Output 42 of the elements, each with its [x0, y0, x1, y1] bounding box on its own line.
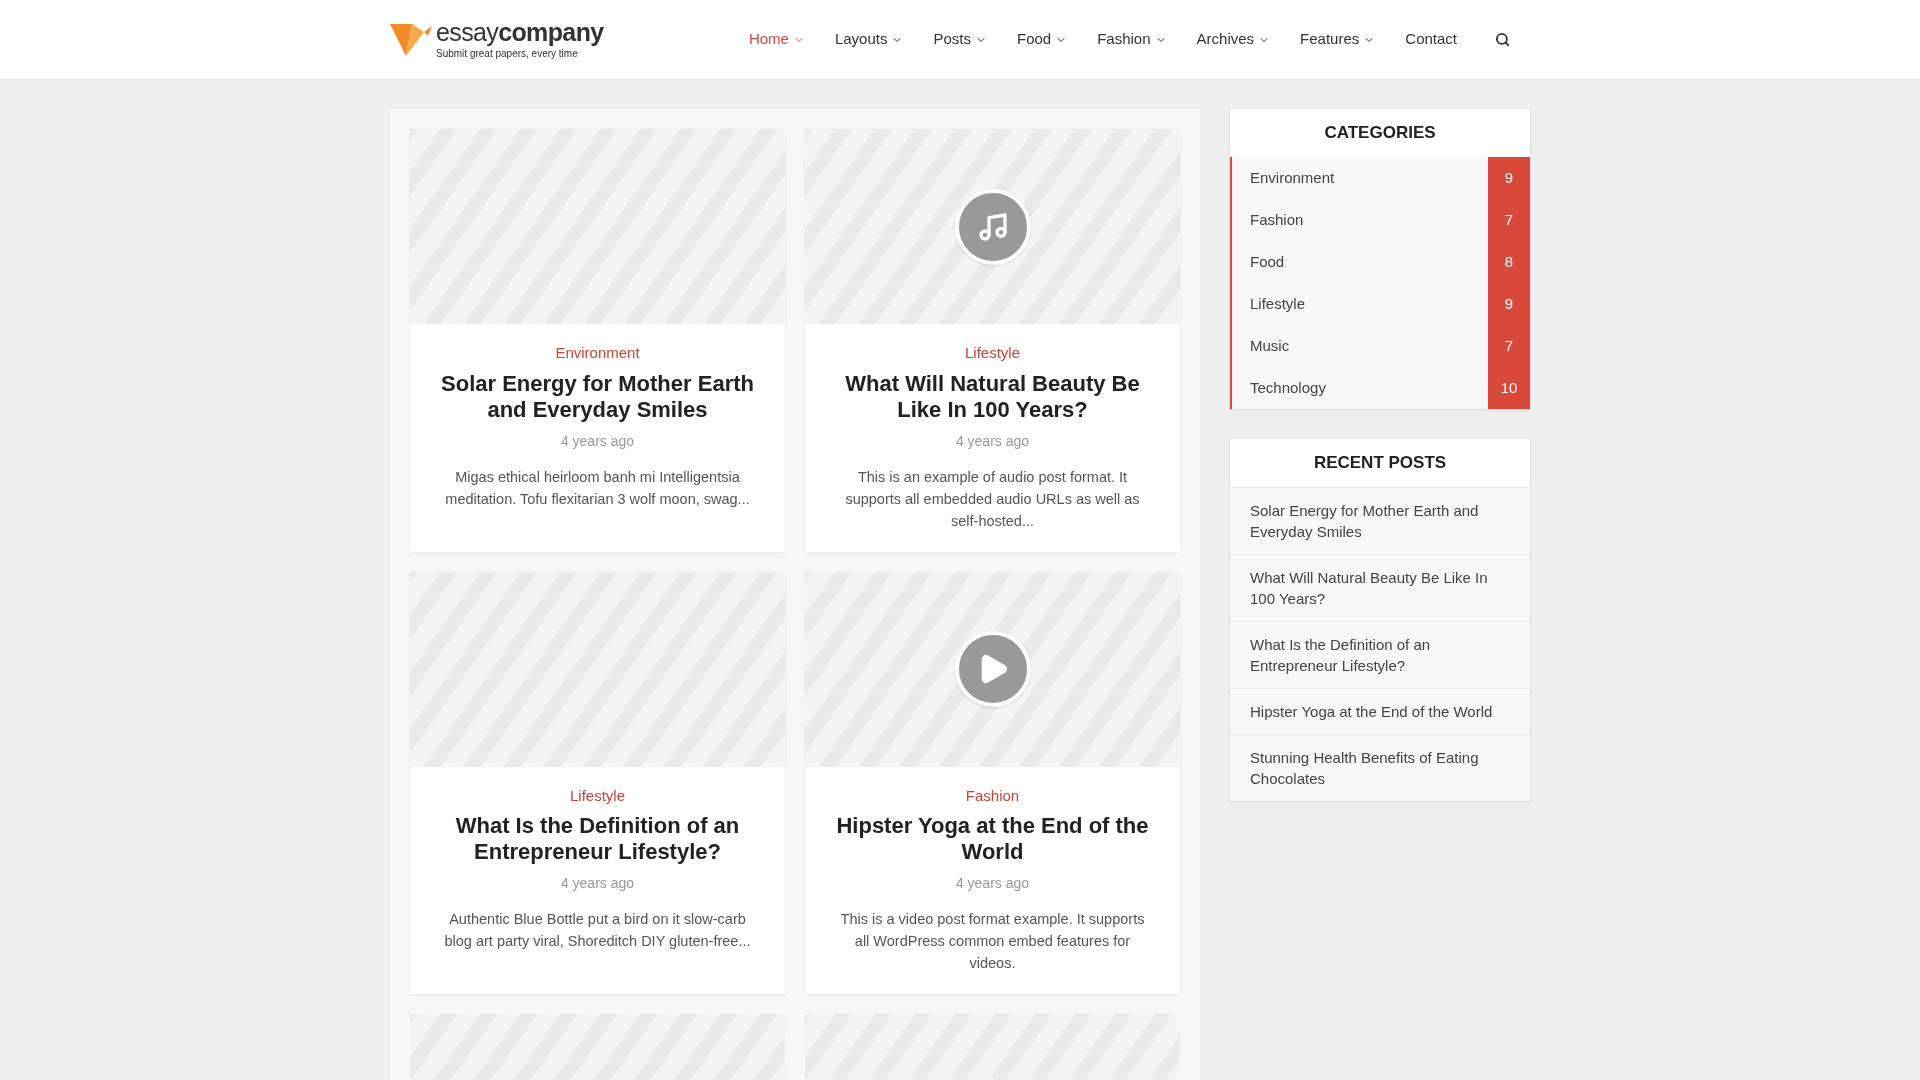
nav-link[interactable]: Home — [748, 28, 805, 51]
category-count: 9 — [1488, 283, 1530, 325]
post-date: 4 years ago — [560, 431, 635, 451]
category-count: 8 — [1488, 241, 1530, 283]
logo-text[interactable]: essaycompany — [436, 20, 604, 45]
post-category[interactable]: Lifestyle — [965, 342, 1020, 365]
post-excerpt: This is an example of audio post format. It supports all embedded audio URLs as well as self-hosted... — [844, 467, 1141, 531]
nav-link[interactable]: Food — [1017, 28, 1068, 51]
nav-link[interactable]: Archives — [1196, 28, 1271, 51]
post-title[interactable]: What Is the Definition of an Entrepreneur Lifestyle? — [440, 813, 755, 865]
post-title[interactable]: What Will Natural Beauty Be Like In 100 Years? — [835, 370, 1150, 423]
category-count: 10 — [1488, 367, 1530, 409]
post-category[interactable]: Fashion — [965, 784, 1020, 807]
post-date: 4 years ago — [955, 431, 1030, 451]
widget-title: CATEGORIES — [1323, 122, 1437, 145]
logo-tagline: Submit great papers, every time — [436, 49, 579, 59]
category-item[interactable]: Fashion 7 — [1232, 199, 1530, 241]
category-count: 9 — [1488, 157, 1530, 199]
search-icon[interactable] — [1495, 32, 1510, 47]
post-category[interactable]: Environment — [555, 342, 640, 365]
post-date: 4 years ago — [560, 874, 635, 893]
bird-logo-icon — [390, 21, 432, 58]
category-count: 7 — [1488, 325, 1530, 367]
nav-link[interactable]: Contact — [1405, 28, 1457, 51]
category-count: 7 — [1488, 199, 1530, 241]
category-item[interactable]: Music 7 — [1232, 325, 1530, 367]
nav-link[interactable]: Layouts — [834, 28, 904, 51]
category-item[interactable]: Environment 9 — [1232, 157, 1530, 199]
post-excerpt: Migas ethical heirloom banh mi Intelligentsia meditation. Tofu flexitarian 3 wolf moon, swag... — [444, 467, 751, 509]
nav-link[interactable]: Features — [1300, 28, 1376, 51]
post-title[interactable]: Solar Energy for Mother Earth and Everyday Smiles — [440, 370, 755, 423]
nav-link[interactable]: Posts — [933, 28, 987, 51]
post-date: 4 years ago — [955, 874, 1030, 893]
widget-title: RECENT POSTS — [1312, 452, 1448, 475]
category-item[interactable]: Lifestyle 9 — [1232, 283, 1530, 325]
post-excerpt: Authentic Blue Bottle put a bird on it slow-carb blog art party viral, Shoreditch DIY gluten-free... — [443, 910, 752, 951]
nav-link[interactable]: Fashion — [1097, 28, 1167, 51]
category-item[interactable]: Technology 10 — [1232, 367, 1530, 409]
post-category[interactable]: Lifestyle — [570, 784, 625, 807]
post-excerpt: This is a video post format example. It supports all WordPress common embed features for videos. — [839, 910, 1146, 973]
post-title[interactable]: Hipster Yoga at the End of the World — [835, 813, 1150, 865]
category-item[interactable]: Food 8 — [1232, 241, 1530, 283]
